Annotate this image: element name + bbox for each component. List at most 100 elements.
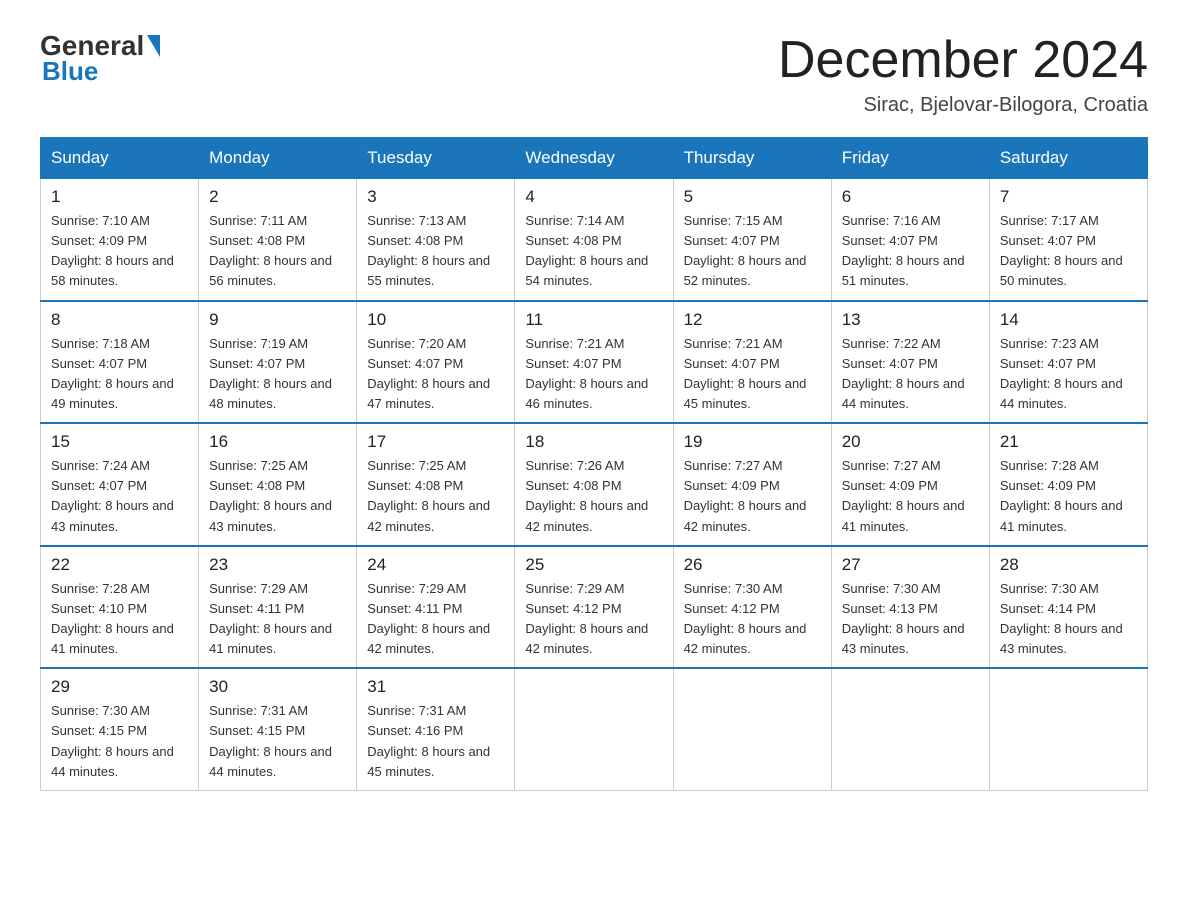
table-row: 20 Sunrise: 7:27 AMSunset: 4:09 PMDaylig…: [831, 423, 989, 546]
day-number: 25: [525, 555, 662, 575]
day-info: Sunrise: 7:25 AMSunset: 4:08 PMDaylight:…: [209, 456, 346, 537]
table-row: 9 Sunrise: 7:19 AMSunset: 4:07 PMDayligh…: [199, 301, 357, 424]
day-number: 10: [367, 310, 504, 330]
day-info: Sunrise: 7:30 AMSunset: 4:15 PMDaylight:…: [51, 701, 188, 782]
day-number: 24: [367, 555, 504, 575]
day-number: 30: [209, 677, 346, 697]
day-info: Sunrise: 7:14 AMSunset: 4:08 PMDaylight:…: [525, 211, 662, 292]
table-row: 7 Sunrise: 7:17 AMSunset: 4:07 PMDayligh…: [989, 179, 1147, 301]
table-row: 18 Sunrise: 7:26 AMSunset: 4:08 PMDaylig…: [515, 423, 673, 546]
day-info: Sunrise: 7:15 AMSunset: 4:07 PMDaylight:…: [684, 211, 821, 292]
day-info: Sunrise: 7:16 AMSunset: 4:07 PMDaylight:…: [842, 211, 979, 292]
day-info: Sunrise: 7:30 AMSunset: 4:13 PMDaylight:…: [842, 579, 979, 660]
day-number: 3: [367, 187, 504, 207]
day-number: 18: [525, 432, 662, 452]
page-header: General Blue December 2024 Sirac, Bjelov…: [40, 30, 1148, 117]
table-row: [515, 668, 673, 790]
day-number: 2: [209, 187, 346, 207]
day-number: 22: [51, 555, 188, 575]
day-number: 6: [842, 187, 979, 207]
table-row: 17 Sunrise: 7:25 AMSunset: 4:08 PMDaylig…: [357, 423, 515, 546]
table-row: 15 Sunrise: 7:24 AMSunset: 4:07 PMDaylig…: [41, 423, 199, 546]
day-number: 7: [1000, 187, 1137, 207]
day-info: Sunrise: 7:31 AMSunset: 4:16 PMDaylight:…: [367, 701, 504, 782]
calendar-week-row: 15 Sunrise: 7:24 AMSunset: 4:07 PMDaylig…: [41, 423, 1148, 546]
col-friday: Friday: [831, 138, 989, 179]
day-number: 21: [1000, 432, 1137, 452]
table-row: 28 Sunrise: 7:30 AMSunset: 4:14 PMDaylig…: [989, 546, 1147, 669]
day-info: Sunrise: 7:29 AMSunset: 4:12 PMDaylight:…: [525, 579, 662, 660]
day-number: 14: [1000, 310, 1137, 330]
table-row: 2 Sunrise: 7:11 AMSunset: 4:08 PMDayligh…: [199, 179, 357, 301]
table-row: 4 Sunrise: 7:14 AMSunset: 4:08 PMDayligh…: [515, 179, 673, 301]
table-row: 3 Sunrise: 7:13 AMSunset: 4:08 PMDayligh…: [357, 179, 515, 301]
day-info: Sunrise: 7:29 AMSunset: 4:11 PMDaylight:…: [367, 579, 504, 660]
day-number: 5: [684, 187, 821, 207]
day-info: Sunrise: 7:19 AMSunset: 4:07 PMDaylight:…: [209, 334, 346, 415]
table-row: 5 Sunrise: 7:15 AMSunset: 4:07 PMDayligh…: [673, 179, 831, 301]
day-info: Sunrise: 7:11 AMSunset: 4:08 PMDaylight:…: [209, 211, 346, 292]
table-row: [989, 668, 1147, 790]
table-row: 26 Sunrise: 7:30 AMSunset: 4:12 PMDaylig…: [673, 546, 831, 669]
day-number: 11: [525, 310, 662, 330]
day-info: Sunrise: 7:31 AMSunset: 4:15 PMDaylight:…: [209, 701, 346, 782]
table-row: 27 Sunrise: 7:30 AMSunset: 4:13 PMDaylig…: [831, 546, 989, 669]
day-info: Sunrise: 7:17 AMSunset: 4:07 PMDaylight:…: [1000, 211, 1137, 292]
day-number: 12: [684, 310, 821, 330]
col-monday: Monday: [199, 138, 357, 179]
day-number: 4: [525, 187, 662, 207]
table-row: 10 Sunrise: 7:20 AMSunset: 4:07 PMDaylig…: [357, 301, 515, 424]
col-thursday: Thursday: [673, 138, 831, 179]
table-row: [673, 668, 831, 790]
day-number: 13: [842, 310, 979, 330]
table-row: 14 Sunrise: 7:23 AMSunset: 4:07 PMDaylig…: [989, 301, 1147, 424]
table-row: 24 Sunrise: 7:29 AMSunset: 4:11 PMDaylig…: [357, 546, 515, 669]
day-number: 27: [842, 555, 979, 575]
day-info: Sunrise: 7:29 AMSunset: 4:11 PMDaylight:…: [209, 579, 346, 660]
day-number: 17: [367, 432, 504, 452]
day-number: 15: [51, 432, 188, 452]
day-info: Sunrise: 7:13 AMSunset: 4:08 PMDaylight:…: [367, 211, 504, 292]
month-title: December 2024: [778, 30, 1148, 90]
day-number: 28: [1000, 555, 1137, 575]
day-info: Sunrise: 7:30 AMSunset: 4:12 PMDaylight:…: [684, 579, 821, 660]
logo: General Blue: [40, 30, 160, 87]
day-info: Sunrise: 7:18 AMSunset: 4:07 PMDaylight:…: [51, 334, 188, 415]
logo-blue-text: Blue: [42, 56, 160, 87]
day-info: Sunrise: 7:27 AMSunset: 4:09 PMDaylight:…: [842, 456, 979, 537]
table-row: 23 Sunrise: 7:29 AMSunset: 4:11 PMDaylig…: [199, 546, 357, 669]
day-info: Sunrise: 7:26 AMSunset: 4:08 PMDaylight:…: [525, 456, 662, 537]
calendar-week-row: 8 Sunrise: 7:18 AMSunset: 4:07 PMDayligh…: [41, 301, 1148, 424]
day-info: Sunrise: 7:21 AMSunset: 4:07 PMDaylight:…: [684, 334, 821, 415]
calendar-week-row: 22 Sunrise: 7:28 AMSunset: 4:10 PMDaylig…: [41, 546, 1148, 669]
day-number: 31: [367, 677, 504, 697]
calendar-table: Sunday Monday Tuesday Wednesday Thursday…: [40, 137, 1148, 791]
day-info: Sunrise: 7:27 AMSunset: 4:09 PMDaylight:…: [684, 456, 821, 537]
day-info: Sunrise: 7:21 AMSunset: 4:07 PMDaylight:…: [525, 334, 662, 415]
table-row: 1 Sunrise: 7:10 AMSunset: 4:09 PMDayligh…: [41, 179, 199, 301]
table-row: 30 Sunrise: 7:31 AMSunset: 4:15 PMDaylig…: [199, 668, 357, 790]
day-info: Sunrise: 7:23 AMSunset: 4:07 PMDaylight:…: [1000, 334, 1137, 415]
day-info: Sunrise: 7:25 AMSunset: 4:08 PMDaylight:…: [367, 456, 504, 537]
table-row: 19 Sunrise: 7:27 AMSunset: 4:09 PMDaylig…: [673, 423, 831, 546]
calendar-header-row: Sunday Monday Tuesday Wednesday Thursday…: [41, 138, 1148, 179]
day-info: Sunrise: 7:28 AMSunset: 4:10 PMDaylight:…: [51, 579, 188, 660]
location-subtitle: Sirac, Bjelovar-Bilogora, Croatia: [778, 94, 1148, 117]
table-row: 8 Sunrise: 7:18 AMSunset: 4:07 PMDayligh…: [41, 301, 199, 424]
day-number: 1: [51, 187, 188, 207]
day-number: 26: [684, 555, 821, 575]
day-number: 29: [51, 677, 188, 697]
day-number: 9: [209, 310, 346, 330]
logo-arrow-icon: [147, 35, 160, 57]
table-row: 16 Sunrise: 7:25 AMSunset: 4:08 PMDaylig…: [199, 423, 357, 546]
col-saturday: Saturday: [989, 138, 1147, 179]
table-row: 12 Sunrise: 7:21 AMSunset: 4:07 PMDaylig…: [673, 301, 831, 424]
title-block: December 2024 Sirac, Bjelovar-Bilogora, …: [778, 30, 1148, 117]
day-info: Sunrise: 7:20 AMSunset: 4:07 PMDaylight:…: [367, 334, 504, 415]
table-row: 21 Sunrise: 7:28 AMSunset: 4:09 PMDaylig…: [989, 423, 1147, 546]
table-row: 13 Sunrise: 7:22 AMSunset: 4:07 PMDaylig…: [831, 301, 989, 424]
table-row: 22 Sunrise: 7:28 AMSunset: 4:10 PMDaylig…: [41, 546, 199, 669]
day-number: 8: [51, 310, 188, 330]
day-info: Sunrise: 7:30 AMSunset: 4:14 PMDaylight:…: [1000, 579, 1137, 660]
day-number: 19: [684, 432, 821, 452]
